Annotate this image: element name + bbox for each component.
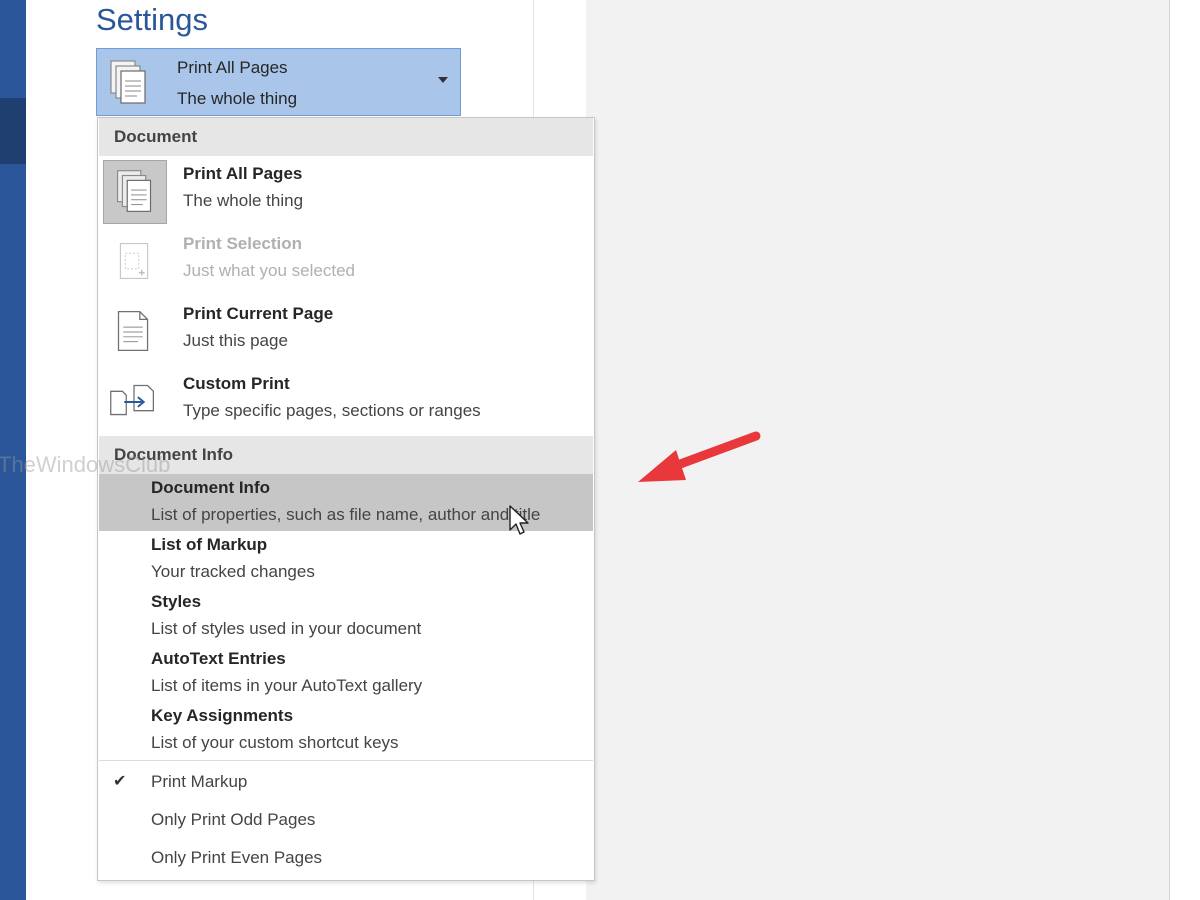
menu-item-print-all-pages[interactable]: Print All Pages The whole thing (99, 158, 593, 226)
pages-stack-icon (103, 160, 167, 224)
menu-item-title: Document Info (151, 478, 270, 497)
menu-item-autotext-entries[interactable]: AutoText Entries List of items in your A… (99, 645, 593, 702)
mouse-pointer-icon (509, 505, 529, 535)
settings-title: Settings (96, 2, 209, 37)
watermark: TheWindowsClub (0, 452, 171, 477)
ribbon-edge (0, 0, 26, 900)
dropdown-title: Print All Pages (177, 58, 288, 77)
menu-item-key-assignments[interactable]: Key Assignments List of your custom shor… (99, 702, 593, 759)
option-label: Print Markup (151, 772, 248, 791)
print-range-dropdown[interactable]: Print All Pages The whole thing (96, 48, 461, 116)
menu-item-print-current-page[interactable]: Print Current Page Just this page (99, 298, 593, 366)
print-range-menu: Document Print All Pages The whole thing (97, 117, 595, 881)
menu-item-title: Key Assignments (151, 706, 294, 725)
menu-item-subtitle: Just what you selected (183, 261, 355, 280)
menu-item-subtitle: The whole thing (183, 191, 304, 210)
menu-item-subtitle: List of styles used in your document (151, 619, 422, 638)
menu-item-subtitle: Your tracked changes (151, 562, 315, 581)
menu-divider (99, 760, 593, 761)
menu-item-title: List of Markup (151, 535, 268, 554)
menu-item-title: Print Selection (183, 234, 303, 253)
menu-item-print-selection[interactable]: Print Selection Just what you selected (99, 228, 593, 296)
option-label: Only Print Even Pages (151, 848, 323, 867)
menu-item-subtitle: Type specific pages, sections or ranges (183, 401, 481, 420)
menu-item-title: Print Current Page (183, 304, 334, 323)
group-header-document-info: Document Info (99, 436, 593, 474)
menu-item-custom-print[interactable]: Custom Print Type specific pages, sectio… (99, 368, 593, 436)
chevron-down-icon (438, 77, 448, 83)
group-header-document: Document (99, 118, 593, 156)
menu-item-subtitle: List of your custom shortcut keys (151, 733, 399, 752)
single-page-icon (103, 300, 167, 364)
option-print-markup[interactable]: ✔ Print Markup (99, 763, 593, 801)
menu-item-subtitle: Just this page (183, 331, 288, 350)
right-strip (1170, 0, 1200, 900)
menu-item-styles[interactable]: Styles List of styles used in your docum… (99, 588, 593, 645)
menu-item-title: Styles (151, 592, 202, 611)
selection-page-icon (103, 230, 167, 294)
menu-item-title: AutoText Entries (151, 649, 286, 668)
menu-item-subtitle: List of properties, such as file name, a… (151, 505, 541, 524)
option-only-print-even-pages[interactable]: Only Print Even Pages (99, 839, 593, 877)
menu-item-title: Custom Print (183, 374, 290, 393)
active-nav-tab[interactable] (0, 98, 26, 164)
menu-item-subtitle: List of items in your AutoText gallery (151, 676, 423, 695)
print-backstage: Settings Print All Pages The whole thing… (0, 0, 1200, 900)
dropdown-subtitle: The whole thing (177, 89, 298, 108)
custom-pages-icon (103, 370, 167, 434)
annotation-arrow-icon (638, 431, 761, 482)
checkmark-icon: ✔ (113, 773, 127, 790)
option-only-print-odd-pages[interactable]: Only Print Odd Pages (99, 801, 593, 839)
option-label: Only Print Odd Pages (151, 810, 316, 829)
pages-stack-icon (110, 60, 146, 104)
menu-item-title: Print All Pages (183, 164, 303, 183)
